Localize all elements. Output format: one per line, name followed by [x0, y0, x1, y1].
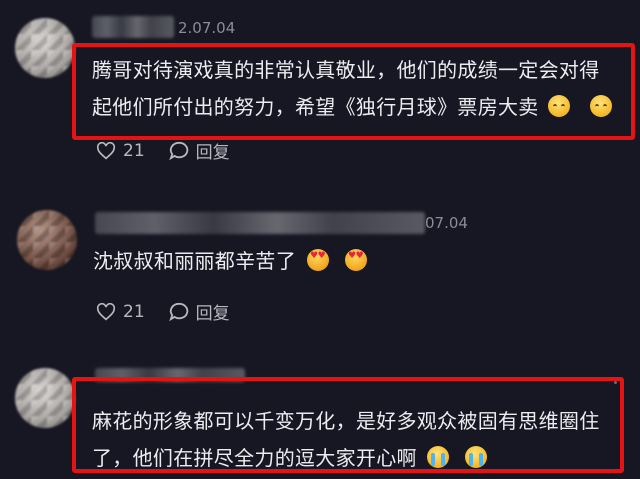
avatar[interactable]	[15, 18, 75, 78]
reply-label: 回复	[195, 143, 230, 163]
like-count: 21	[123, 140, 145, 161]
heart-outline-icon	[96, 302, 116, 320]
comment-actions: 21 回复	[96, 299, 254, 324]
like-button[interactable]: 21	[96, 141, 145, 161]
reply-button[interactable]: 回复	[168, 299, 230, 324]
avatar[interactable]	[15, 368, 75, 428]
highlight-box	[72, 377, 624, 473]
comment-text: 沈叔叔和丽丽都辛苦了	[93, 243, 367, 280]
heart-outline-icon	[96, 141, 116, 159]
username-blurred[interactable]	[95, 212, 425, 234]
highlight-box	[72, 43, 635, 140]
reply-label: 回复	[195, 304, 230, 324]
like-count: 21	[123, 301, 145, 322]
username-blurred[interactable]	[92, 16, 174, 38]
comment-actions: 21 回复	[96, 138, 254, 163]
comment-date: 07.04	[425, 214, 468, 232]
speech-bubble-icon	[168, 302, 188, 321]
heart-eyes-emoji-icon	[307, 249, 329, 271]
avatar[interactable]	[17, 210, 77, 270]
speech-bubble-icon	[168, 141, 188, 160]
comment-date: 2.07.04	[178, 19, 236, 37]
heart-eyes-emoji-icon	[345, 249, 367, 271]
comment-text-line1: 沈叔叔和丽丽都辛苦了	[93, 249, 296, 273]
like-button[interactable]: 21	[96, 302, 145, 322]
reply-button[interactable]: 回复	[168, 138, 230, 163]
